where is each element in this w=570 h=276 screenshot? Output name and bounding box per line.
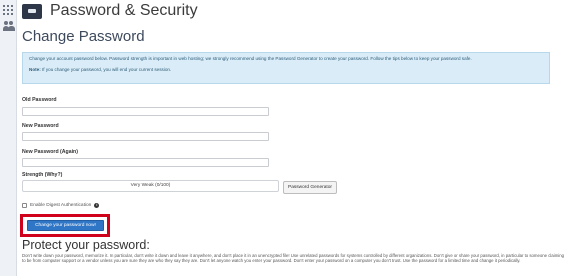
protect-title: Protect your password:	[22, 238, 150, 252]
info-note: Note: If you change your password, you w…	[29, 67, 543, 73]
section-title: Change Password	[22, 28, 145, 45]
protect-text: Don't write down your password, memorize…	[22, 253, 565, 264]
change-password-button[interactable]: Change your password now!	[27, 220, 104, 231]
info-icon[interactable]: i	[94, 203, 100, 208]
password-generator-button[interactable]: Password Generator	[283, 181, 337, 194]
new-password-again-field[interactable]	[22, 158, 269, 167]
info-text: Change your account password below. Pass…	[29, 56, 472, 61]
users-icon[interactable]	[3, 21, 15, 31]
strength-label[interactable]: Strength (Why?)	[22, 172, 62, 178]
note-label: Note:	[29, 67, 41, 72]
apps-grid-icon[interactable]	[3, 5, 13, 15]
note-text: If you change your password, you will en…	[42, 67, 172, 72]
info-callout: Change your account password below. Pass…	[22, 52, 550, 84]
digest-auth-row: Enable Digest Authentication i	[22, 203, 100, 208]
old-password-field[interactable]	[22, 107, 269, 116]
old-password-label: Old Password	[22, 97, 57, 103]
new-password-again-label: New Password (Again)	[22, 149, 78, 155]
new-password-field[interactable]	[22, 132, 269, 141]
digest-auth-label[interactable]: Enable Digest Authentication	[30, 203, 91, 208]
app-window: Password & Security Change Password Chan…	[0, 0, 570, 276]
page-title: Password & Security	[50, 2, 198, 19]
new-password-label: New Password	[22, 123, 59, 129]
password-security-icon	[22, 3, 42, 19]
sidebar	[0, 0, 17, 276]
main-content: Password & Security Change Password Chan…	[17, 0, 570, 276]
digest-auth-checkbox[interactable]	[22, 203, 27, 208]
strength-meter: Very Weak (0/100)	[22, 180, 279, 192]
page-header: Password & Security	[22, 1, 198, 21]
